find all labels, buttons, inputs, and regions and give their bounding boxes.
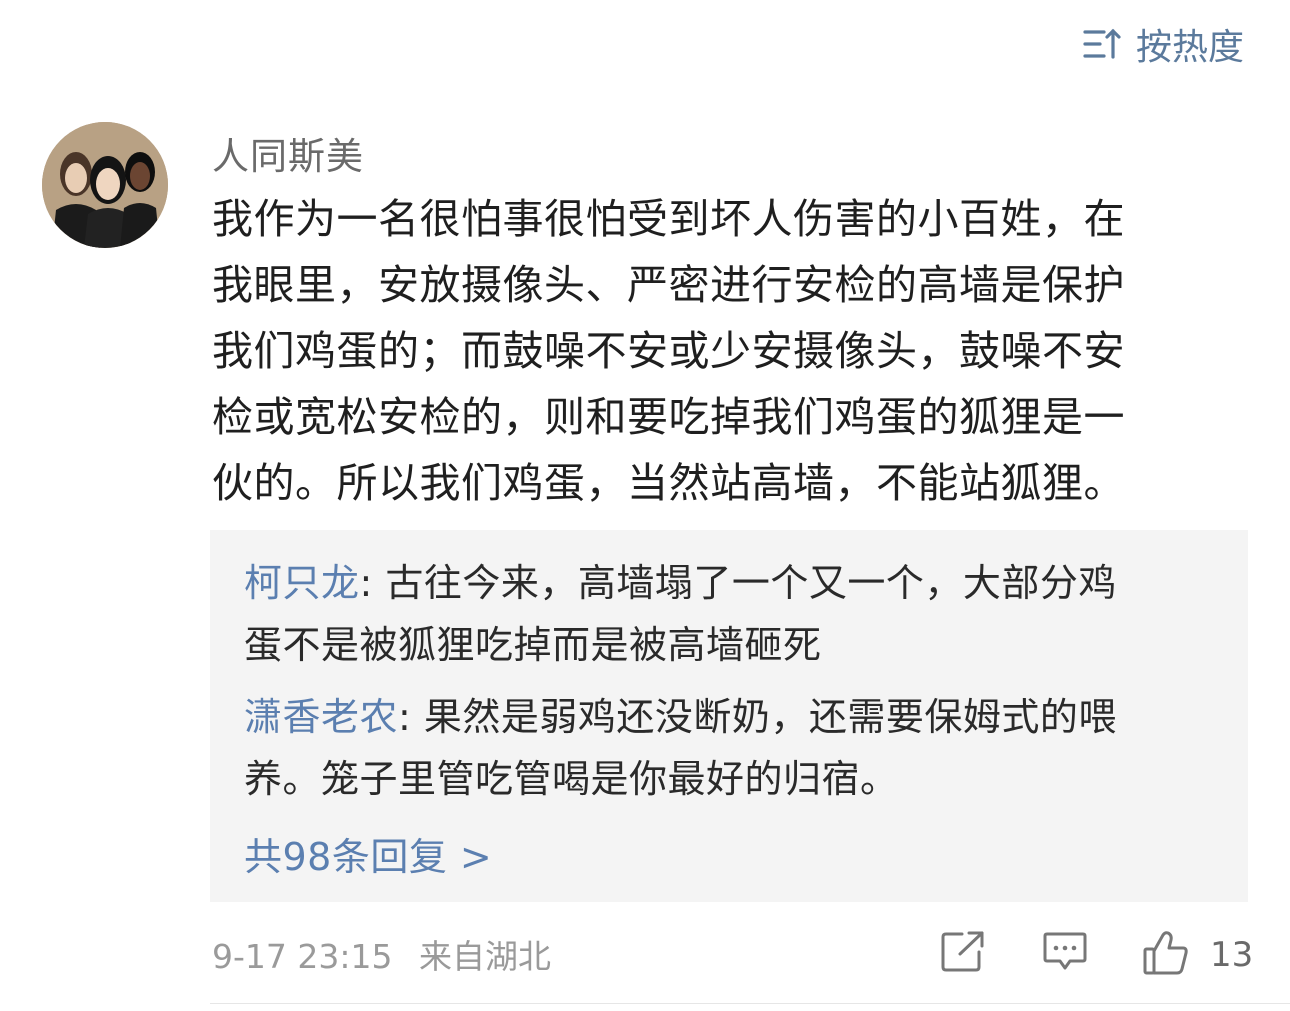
- comment-line: 检或宽松安检的，则和要吃掉我们鸡蛋的狐狸是一: [212, 393, 1125, 441]
- reply-text: : 古往今来，高墙塌了一个又一个，大部分鸡: [359, 561, 1117, 605]
- sort-label: 按热度: [1135, 27, 1244, 68]
- share-button[interactable]: [940, 930, 986, 976]
- comment-author[interactable]: 人同斯美: [212, 126, 364, 180]
- view-all-replies-link[interactable]: 共98条回复 >: [244, 826, 492, 881]
- comment-icon: [1042, 930, 1088, 976]
- thumbs-up-icon: [1142, 930, 1190, 980]
- replies-panel[interactable]: 柯只龙: 古往今来，高墙塌了一个又一个，大部分鸡 蛋不是被狐狸吃掉而是被高墙砸死…: [210, 530, 1248, 902]
- comment-date: 9-17 23:15: [212, 937, 393, 976]
- comment-meta: 9-17 23:15 来自湖北: [212, 930, 551, 978]
- avatar[interactable]: [42, 122, 168, 248]
- sort-by-hot-button[interactable]: 按热度: [1082, 18, 1244, 70]
- comment-button[interactable]: [1042, 930, 1088, 976]
- share-icon: [940, 930, 986, 976]
- reply-line: 潇香老农: 果然是弱鸡还没断奶，还需要保姆式的喂: [244, 686, 1216, 748]
- reply-line: 养。笼子里管吃管喝是你最好的归宿。: [244, 757, 899, 801]
- reply-author[interactable]: 潇香老农: [244, 695, 398, 739]
- comment-location: 来自湖北: [419, 937, 551, 976]
- reply-line: 蛋不是被狐狸吃掉而是被高墙砸死: [244, 623, 822, 667]
- reply-item[interactable]: 潇香老农: 果然是弱鸡还没断奶，还需要保姆式的喂 养。笼子里管吃管喝是你最好的归…: [244, 686, 1216, 810]
- like-button[interactable]: 13: [1142, 930, 1253, 980]
- comment-line: 伙的。所以我们鸡蛋，当然站高墙，不能站狐狸。: [212, 459, 1125, 507]
- reply-author[interactable]: 柯只龙: [244, 561, 360, 605]
- divider: [210, 1003, 1290, 1004]
- reply-line: 柯只龙: 古往今来，高墙塌了一个又一个，大部分鸡: [244, 552, 1216, 614]
- sort-icon: [1082, 27, 1122, 61]
- reply-text: : 果然是弱鸡还没断奶，还需要保姆式的喂: [398, 695, 1117, 739]
- comment-line: 我们鸡蛋的；而鼓噪不安或少安摄像头，鼓噪不安: [212, 327, 1125, 375]
- comment-line: 我眼里，安放摄像头、严密进行安检的高墙是保护: [212, 261, 1125, 309]
- like-count: 13: [1210, 935, 1254, 975]
- reply-item[interactable]: 柯只龙: 古往今来，高墙塌了一个又一个，大部分鸡 蛋不是被狐狸吃掉而是被高墙砸死: [244, 552, 1216, 676]
- comment-line: 我作为一名很怕事很怕受到坏人伤害的小百姓，在: [212, 195, 1125, 243]
- comment-body: 我作为一名很怕事很怕受到坏人伤害的小百姓，在 我眼里，安放摄像头、严密进行安检的…: [212, 186, 1222, 516]
